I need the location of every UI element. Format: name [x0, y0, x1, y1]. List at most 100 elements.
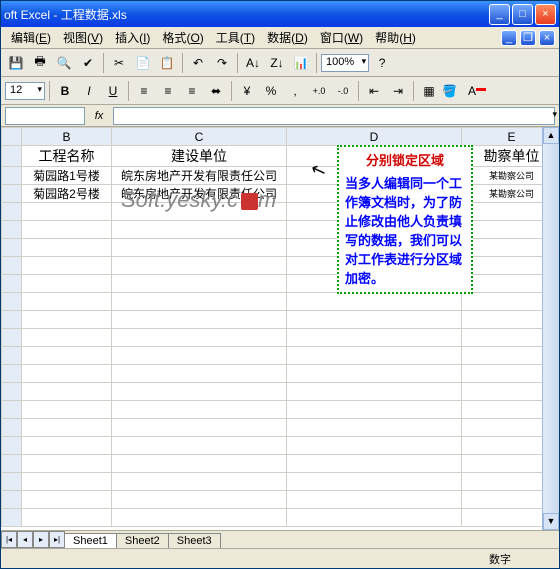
percent-icon[interactable]: % — [260, 80, 282, 102]
menu-tools[interactable]: 工具(T) — [210, 27, 261, 48]
print-icon[interactable]: 🖶 — [29, 52, 51, 74]
cell[interactable] — [112, 509, 287, 527]
cell[interactable] — [287, 347, 462, 365]
cell[interactable] — [22, 491, 112, 509]
cell[interactable] — [22, 221, 112, 239]
cell[interactable] — [22, 419, 112, 437]
cell[interactable] — [112, 491, 287, 509]
row-header[interactable] — [2, 185, 22, 203]
col-header-c[interactable]: C — [112, 128, 287, 146]
cell-header-name[interactable]: 工程名称 — [22, 146, 112, 167]
row-header[interactable] — [2, 257, 22, 275]
cell[interactable] — [112, 311, 287, 329]
cell[interactable] — [112, 329, 287, 347]
formula-input[interactable] — [113, 107, 555, 125]
cell[interactable]: 皖东房地产开发有限责任公司 — [112, 167, 287, 185]
row-header[interactable] — [2, 419, 22, 437]
menu-view[interactable]: 视图(V) — [57, 27, 109, 48]
cell[interactable] — [22, 365, 112, 383]
cell[interactable] — [287, 437, 462, 455]
align-center-icon[interactable]: ≡ — [157, 80, 179, 102]
zoom-combo[interactable]: 100% — [321, 54, 369, 72]
col-header-d[interactable]: D — [287, 128, 462, 146]
row-header[interactable] — [2, 203, 22, 221]
cell[interactable] — [287, 293, 462, 311]
tab-sheet3[interactable]: Sheet3 — [168, 533, 221, 548]
menu-help[interactable]: 帮助(H) — [369, 27, 422, 48]
merge-icon[interactable]: ⬌ — [205, 80, 227, 102]
row-header[interactable] — [2, 329, 22, 347]
row-header[interactable] — [2, 491, 22, 509]
spreadsheet-grid[interactable]: B C D E 工程名称 建设单位 监理单位 勘察单位 菊园路1号楼 皖东房地产… — [1, 127, 559, 527]
vertical-scrollbar[interactable]: ▲ ▼ — [542, 127, 559, 530]
cell[interactable] — [287, 383, 462, 401]
doc-close-button[interactable]: × — [539, 30, 555, 46]
name-box[interactable] — [5, 107, 85, 125]
cell[interactable] — [22, 293, 112, 311]
cell[interactable] — [22, 311, 112, 329]
sort-desc-icon[interactable]: Z↓ — [266, 52, 288, 74]
align-right-icon[interactable]: ≡ — [181, 80, 203, 102]
increase-decimal-icon[interactable]: +.0 — [308, 80, 330, 102]
cell[interactable] — [112, 383, 287, 401]
fontsize-combo[interactable]: 12 — [5, 82, 45, 100]
row-header[interactable] — [2, 473, 22, 491]
cell[interactable] — [22, 203, 112, 221]
cell[interactable] — [112, 365, 287, 383]
borders-icon[interactable]: ▦ — [418, 80, 440, 102]
chart-icon[interactable]: 📊 — [290, 52, 312, 74]
fill-color-icon[interactable]: 🪣 — [442, 80, 464, 102]
menu-window[interactable]: 窗口(W) — [314, 27, 369, 48]
row-header[interactable] — [2, 401, 22, 419]
save-icon[interactable]: 💾 — [5, 52, 27, 74]
font-color-icon[interactable]: A — [466, 80, 488, 102]
cell[interactable] — [22, 275, 112, 293]
row-header[interactable] — [2, 365, 22, 383]
cell[interactable] — [112, 455, 287, 473]
row-header[interactable] — [2, 146, 22, 167]
cell[interactable]: 皖东房地产开发有限责任公司 — [112, 185, 287, 203]
tab-nav-prev-icon[interactable]: ◂ — [17, 531, 33, 548]
scroll-up-icon[interactable]: ▲ — [543, 127, 559, 144]
row-header[interactable] — [2, 383, 22, 401]
help-icon[interactable]: ? — [371, 52, 393, 74]
row-header[interactable] — [2, 239, 22, 257]
cell[interactable] — [112, 257, 287, 275]
cell[interactable] — [22, 401, 112, 419]
italic-icon[interactable]: I — [78, 80, 100, 102]
currency-icon[interactable]: ¥ — [236, 80, 258, 102]
row-header[interactable] — [2, 275, 22, 293]
decrease-indent-icon[interactable]: ⇤ — [363, 80, 385, 102]
cell[interactable] — [112, 419, 287, 437]
cell[interactable] — [287, 491, 462, 509]
cell[interactable] — [22, 455, 112, 473]
cell[interactable] — [287, 365, 462, 383]
copy-icon[interactable]: 📄 — [132, 52, 154, 74]
fx-label[interactable]: fx — [89, 110, 109, 122]
undo-icon[interactable]: ↶ — [187, 52, 209, 74]
cell[interactable] — [112, 401, 287, 419]
decrease-decimal-icon[interactable]: -.0 — [332, 80, 354, 102]
sort-asc-icon[interactable]: A↓ — [242, 52, 264, 74]
cell[interactable] — [22, 257, 112, 275]
cell[interactable] — [112, 275, 287, 293]
increase-indent-icon[interactable]: ⇥ — [387, 80, 409, 102]
cell[interactable] — [112, 239, 287, 257]
cell[interactable] — [112, 473, 287, 491]
row-header[interactable] — [2, 509, 22, 527]
tab-nav-next-icon[interactable]: ▸ — [33, 531, 49, 548]
cell[interactable] — [112, 437, 287, 455]
tab-nav-last-icon[interactable]: ▸| — [49, 531, 65, 548]
comma-icon[interactable]: , — [284, 80, 306, 102]
cell[interactable]: 菊园路2号楼 — [22, 185, 112, 203]
row-header[interactable] — [2, 167, 22, 185]
close-button[interactable]: × — [535, 4, 556, 25]
cell[interactable] — [112, 293, 287, 311]
align-left-icon[interactable]: ≡ — [133, 80, 155, 102]
row-header[interactable] — [2, 437, 22, 455]
row-header[interactable] — [2, 221, 22, 239]
cut-icon[interactable]: ✂ — [108, 52, 130, 74]
cell[interactable] — [287, 401, 462, 419]
cell[interactable] — [22, 239, 112, 257]
cell[interactable] — [287, 329, 462, 347]
